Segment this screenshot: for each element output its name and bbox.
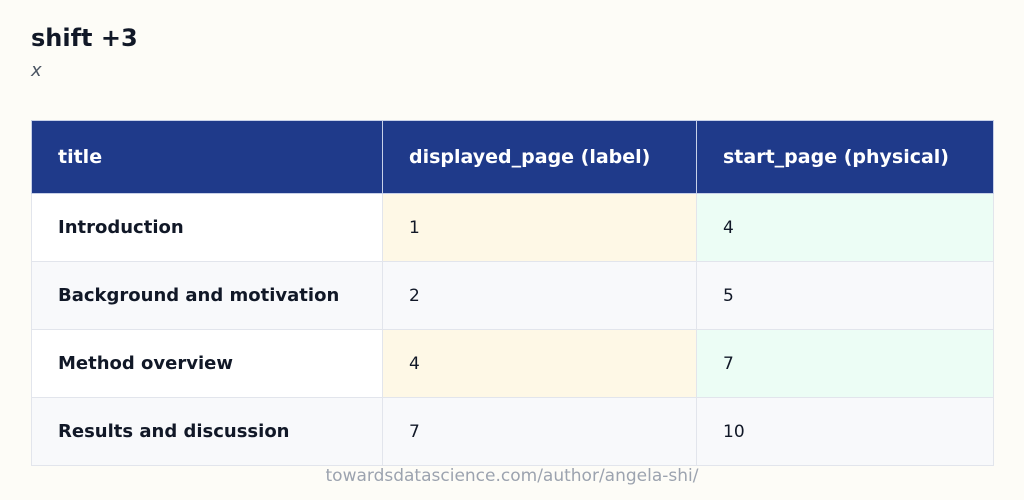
page-header: shift +3 x xyxy=(31,22,138,82)
table-row: Introduction 1 4 xyxy=(31,193,994,262)
source-credit: towardsdatascience.com/author/angela-shi… xyxy=(325,466,699,486)
cell-displayed-page: 4 xyxy=(382,329,697,398)
page-title: shift +3 xyxy=(31,24,138,52)
table-row: Method overview 4 7 xyxy=(31,329,994,398)
cell-title: Results and discussion xyxy=(31,397,383,466)
table-row: Background and motivation 2 5 xyxy=(31,261,994,330)
table-header-row: title displayed_page (label) start_page … xyxy=(31,120,994,194)
cell-start-page: 10 xyxy=(696,397,994,466)
cell-title: Method overview xyxy=(31,329,383,398)
cell-displayed-page: 2 xyxy=(382,261,697,330)
table-row: Results and discussion 7 10 xyxy=(31,397,994,466)
cell-start-page: 7 xyxy=(696,329,994,398)
cell-start-page: 5 xyxy=(696,261,994,330)
cell-displayed-page: 1 xyxy=(382,193,697,262)
column-header-title: title xyxy=(31,120,383,194)
cell-displayed-page: 7 xyxy=(382,397,697,466)
cell-title: Background and motivation xyxy=(31,261,383,330)
cell-title: Introduction xyxy=(31,193,383,262)
column-header-start-page: start_page (physical) xyxy=(696,120,994,194)
data-table: title displayed_page (label) start_page … xyxy=(31,120,994,466)
page-subtitle: x xyxy=(31,60,42,81)
cell-start-page: 4 xyxy=(696,193,994,262)
column-header-displayed-page: displayed_page (label) xyxy=(382,120,697,194)
